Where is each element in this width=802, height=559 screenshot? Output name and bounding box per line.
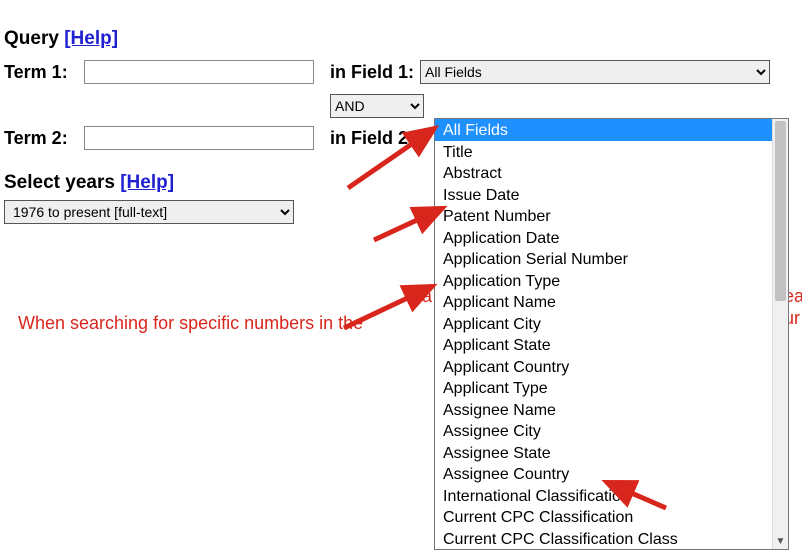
hint-text-main: When searching for specific numbers in t… bbox=[18, 313, 363, 334]
query-header: Query [Help] bbox=[4, 28, 798, 50]
term2-label: Term 2: bbox=[4, 128, 84, 149]
dropdown-option[interactable]: Title bbox=[435, 141, 772, 163]
dropdown-option[interactable]: Current CPC Classification bbox=[435, 506, 772, 528]
query-label: Query bbox=[4, 28, 59, 49]
dropdown-option[interactable]: Patent Number bbox=[435, 205, 772, 227]
select-years-label: Select years bbox=[4, 172, 115, 193]
help-link-years[interactable]: [Help] bbox=[120, 172, 174, 193]
term1-row: Term 1: in Field 1: All Fields bbox=[4, 60, 798, 84]
dropdown-option[interactable]: Applicant Name bbox=[435, 291, 772, 313]
dropdown-option[interactable]: Applicant Country bbox=[435, 356, 772, 378]
field1-select[interactable]: All Fields bbox=[420, 60, 770, 84]
in-field2-label: in Field 2: bbox=[330, 128, 414, 149]
dropdown-option[interactable]: Application Date bbox=[435, 227, 772, 249]
hint-text-frag-pa: Pa bbox=[410, 286, 432, 307]
term1-label: Term 1: bbox=[4, 62, 84, 83]
bool-row: AND bbox=[330, 88, 798, 118]
bool-op-select[interactable]: AND bbox=[330, 94, 424, 118]
dropdown-option[interactable]: Assignee State bbox=[435, 442, 772, 464]
dropdown-option[interactable]: Assignee Name bbox=[435, 399, 772, 421]
field1-dropdown-list[interactable]: All FieldsTitleAbstractIssue DatePatent … bbox=[434, 118, 789, 550]
dropdown-option[interactable]: Applicant City bbox=[435, 313, 772, 335]
in-field1-label: in Field 1: bbox=[330, 62, 414, 83]
dropdown-option[interactable]: Issue Date bbox=[435, 184, 772, 206]
term1-input[interactable] bbox=[84, 60, 314, 84]
help-link-query[interactable]: [Help] bbox=[64, 28, 118, 49]
dropdown-option[interactable]: International Classification bbox=[435, 485, 772, 507]
dropdown-scrollbar[interactable]: ▼ bbox=[772, 119, 788, 549]
dropdown-option[interactable]: Assignee City bbox=[435, 420, 772, 442]
dropdown-option[interactable]: Abstract bbox=[435, 162, 772, 184]
dropdown-option[interactable]: Applicant State bbox=[435, 334, 772, 356]
dropdown-option[interactable]: Assignee Country bbox=[435, 463, 772, 485]
years-select[interactable]: 1976 to present [full-text] bbox=[4, 200, 294, 224]
term2-input[interactable] bbox=[84, 126, 314, 150]
dropdown-option[interactable]: Application Serial Number bbox=[435, 248, 772, 270]
scrollbar-thumb[interactable] bbox=[775, 121, 786, 301]
dropdown-option[interactable]: Application Type bbox=[435, 270, 772, 292]
dropdown-option[interactable]: All Fields bbox=[435, 119, 772, 141]
dropdown-option[interactable]: Applicant Type bbox=[435, 377, 772, 399]
scroll-down-icon[interactable]: ▼ bbox=[773, 535, 788, 549]
